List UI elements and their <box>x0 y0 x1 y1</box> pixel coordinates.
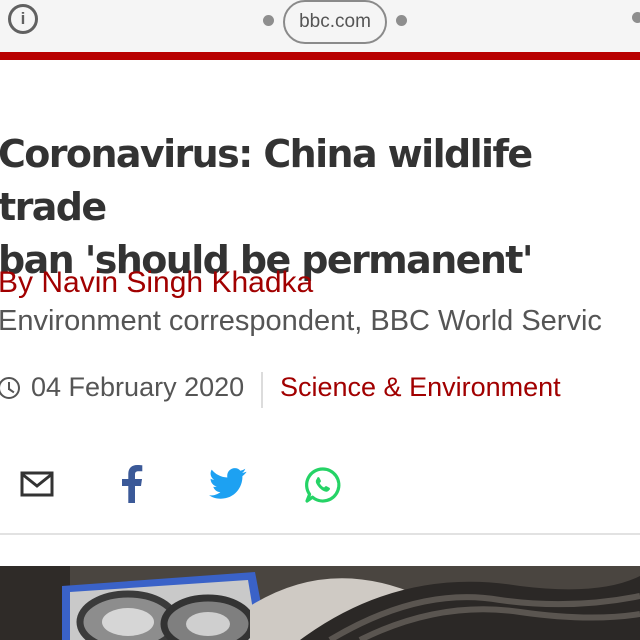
twitter-share-button[interactable] <box>209 468 247 505</box>
headline: Coronavirus: China wildlife trade ban 's… <box>0 128 640 287</box>
hero-image-graphic <box>0 566 640 640</box>
info-icon[interactable]: i <box>8 4 38 34</box>
headline-line-1: Coronavirus: China wildlife trade <box>0 132 533 229</box>
author-byline[interactable]: By Navin Singh Khadka <box>0 266 313 300</box>
hero-image[interactable] <box>0 566 640 640</box>
meta-divider <box>261 372 263 408</box>
menu-icon[interactable] <box>632 12 640 23</box>
section-link[interactable]: Science & Environment <box>280 372 561 403</box>
author-role: Environment correspondent, BBC World Ser… <box>0 305 602 337</box>
facebook-share-button[interactable] <box>120 465 144 508</box>
twitter-icon <box>209 468 247 499</box>
facebook-icon <box>122 465 143 503</box>
whatsapp-icon <box>305 467 341 503</box>
browser-toolbar: i bbc.com <box>0 0 640 52</box>
publish-date: 04 February 2020 <box>31 372 245 402</box>
email-icon <box>20 471 54 497</box>
tab-dot-right <box>396 15 407 26</box>
email-share-button[interactable] <box>20 470 54 503</box>
clock-icon <box>0 377 20 399</box>
share-divider <box>0 533 640 535</box>
url-bar[interactable]: bbc.com <box>283 0 387 44</box>
whatsapp-share-button[interactable] <box>304 466 342 509</box>
bbc-accent-bar <box>0 52 640 60</box>
tab-dot-left <box>263 15 274 26</box>
